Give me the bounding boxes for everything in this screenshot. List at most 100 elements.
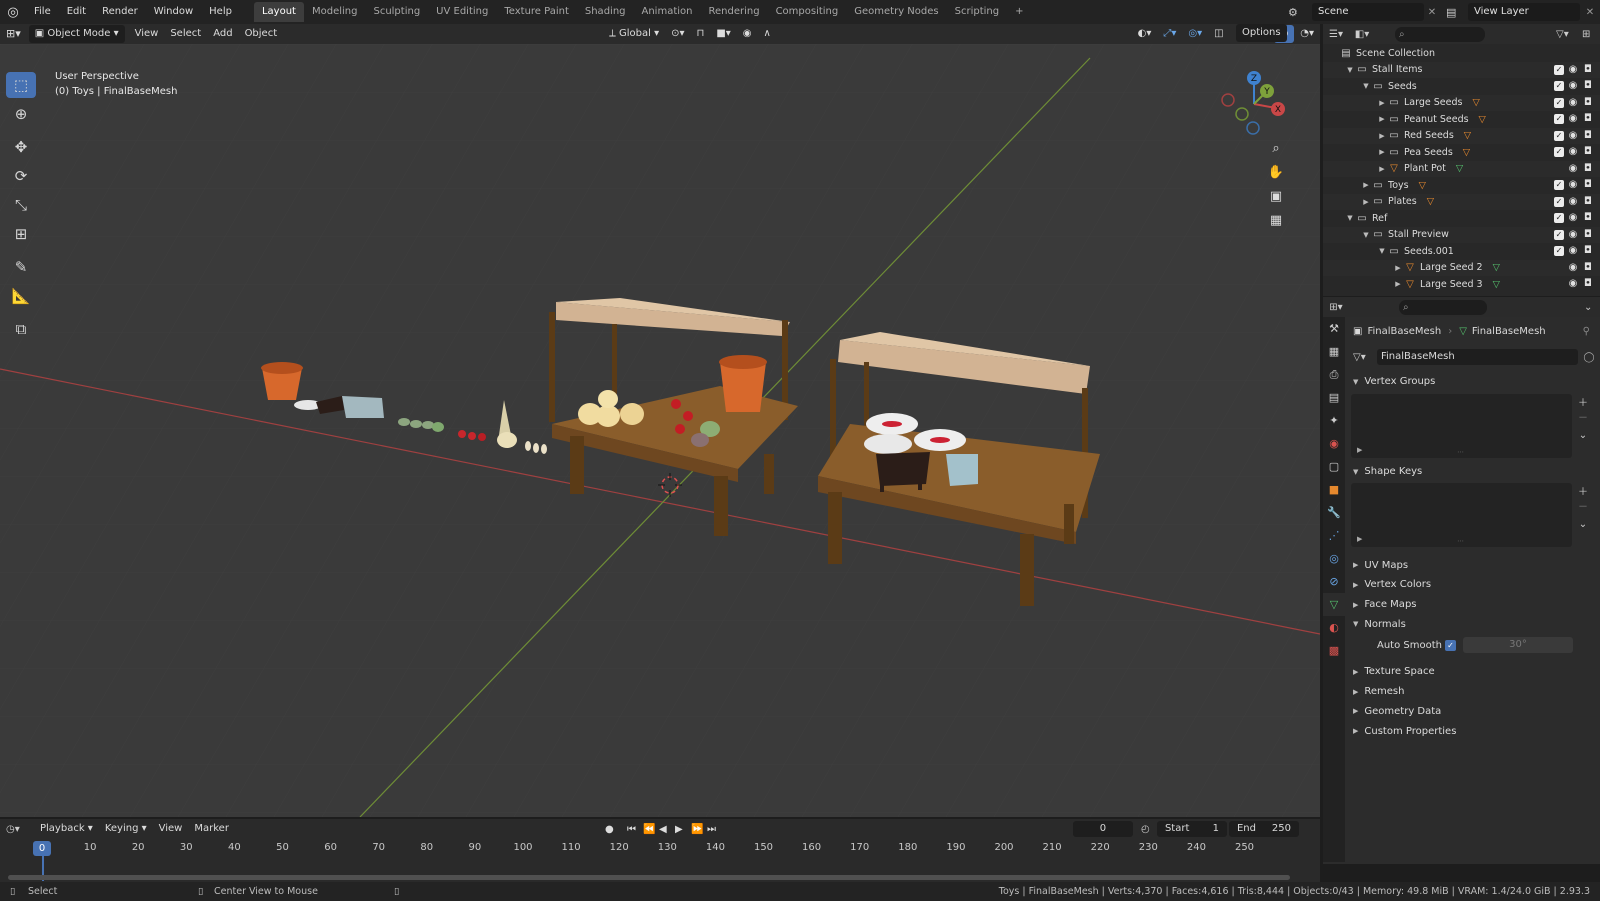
- menu-object[interactable]: Object: [239, 25, 284, 43]
- visibility-icon[interactable]: ◐▾: [1132, 25, 1158, 43]
- eye-icon[interactable]: ◉: [1567, 213, 1579, 223]
- rendered-shading-icon[interactable]: ◔▾: [1294, 25, 1320, 43]
- 3d-viewport[interactable]: Z X Y User Perspective (0) Toys | FinalB…: [0, 44, 1320, 817]
- annotate-tool-icon[interactable]: ✎: [6, 254, 36, 280]
- close-icon[interactable]: ✕: [1424, 7, 1440, 18]
- camera-render-icon[interactable]: ◘: [1582, 180, 1594, 190]
- menu-marker[interactable]: Marker: [188, 820, 235, 838]
- add-cube-tool-icon[interactable]: ⧉: [6, 316, 36, 342]
- particles-tab-icon[interactable]: ⋰: [1323, 524, 1345, 547]
- end-frame-field[interactable]: End 250: [1228, 821, 1299, 837]
- remove-icon[interactable]: －: [1572, 498, 1594, 513]
- menu-file[interactable]: File: [26, 0, 59, 24]
- exclude-checkbox[interactable]: ✓: [1554, 147, 1564, 158]
- exclude-checkbox[interactable]: ✓: [1554, 246, 1564, 257]
- mode-dropdown[interactable]: ▣ Object Mode ▾: [28, 25, 125, 43]
- outliner-search-input[interactable]: ⌕: [1395, 26, 1485, 42]
- snap-icon[interactable]: ⊓: [691, 25, 711, 43]
- add-icon[interactable]: ＋: [1572, 394, 1594, 409]
- next-keyframe-icon[interactable]: ⏩: [691, 824, 707, 835]
- add-workspace-button[interactable]: +: [1007, 2, 1031, 22]
- menu-view[interactable]: View: [129, 25, 165, 43]
- chevron-down-icon[interactable]: ⌄: [1584, 302, 1600, 313]
- add-icon[interactable]: ＋: [1572, 483, 1594, 498]
- expand-toggle-icon[interactable]: ▼: [1361, 231, 1371, 239]
- menu-view[interactable]: View: [153, 820, 189, 838]
- collection-tab-icon[interactable]: ▢: [1323, 455, 1345, 478]
- exclude-checkbox[interactable]: ✓: [1554, 97, 1564, 108]
- outliner-row[interactable]: ▶ ▭ Pea Seeds ▽ ✓ ◉ ◘: [1323, 144, 1600, 161]
- mesh-browse-icon[interactable]: ▽▾: [1353, 352, 1377, 363]
- pin-icon[interactable]: ⚲: [1583, 326, 1590, 337]
- panel-vertex-colors[interactable]: ▶ Vertex Colors: [1345, 575, 1600, 595]
- outliner-row[interactable]: ▼ ▭ Ref ✓ ◉ ◘: [1323, 210, 1600, 227]
- prev-keyframe-icon[interactable]: ⏪: [643, 824, 659, 835]
- expand-toggle-icon[interactable]: ▼: [1377, 247, 1387, 255]
- eye-icon[interactable]: ◉: [1567, 279, 1579, 289]
- tab-shading[interactable]: Shading: [577, 2, 634, 22]
- scene-tab-icon[interactable]: ✦: [1323, 409, 1345, 432]
- texture-tab-icon[interactable]: ▩: [1323, 639, 1345, 662]
- tab-animation[interactable]: Animation: [634, 2, 701, 22]
- tab-geometry-nodes[interactable]: Geometry Nodes: [846, 2, 946, 22]
- expand-toggle-icon[interactable]: ▶: [1377, 148, 1387, 156]
- exclude-checkbox[interactable]: ✓: [1554, 81, 1564, 92]
- expand-toggle-icon[interactable]: ▶: [1377, 132, 1387, 140]
- panel-texture-space[interactable]: ▶ Texture Space: [1345, 662, 1600, 682]
- camera-render-icon[interactable]: ◘: [1582, 279, 1594, 289]
- chevron-down-icon[interactable]: ⌄: [1572, 430, 1594, 441]
- output-tab-icon[interactable]: ⎙: [1323, 363, 1345, 386]
- auto-smooth-checkbox[interactable]: ✓: [1445, 639, 1456, 651]
- outliner-row[interactable]: ▶ ▽ Large Seed 3 ▽ ◉ ◘: [1323, 276, 1600, 293]
- scale-tool-icon[interactable]: ⤡: [6, 192, 36, 218]
- outliner-row[interactable]: ▤ Scene Collection: [1323, 45, 1600, 62]
- properties-search-input[interactable]: ⌕: [1399, 299, 1487, 315]
- outliner-row[interactable]: ▼ ▭ Seeds ✓ ◉ ◘: [1323, 78, 1600, 95]
- play-icon[interactable]: ▶: [675, 824, 691, 835]
- data-block-selector[interactable]: ▽▾ FinalBaseMesh ◯: [1353, 348, 1600, 366]
- falloff-icon[interactable]: ∧: [758, 25, 777, 43]
- clock-icon[interactable]: ◴: [1141, 824, 1157, 835]
- editor-type-icon[interactable]: ⊞▾: [0, 25, 27, 43]
- tab-texture-paint[interactable]: Texture Paint: [496, 2, 577, 22]
- eye-icon[interactable]: ◉: [1567, 196, 1579, 207]
- current-frame-field[interactable]: 0: [1072, 821, 1133, 837]
- render-tab-icon[interactable]: ▦: [1323, 340, 1345, 363]
- vertex-groups-list[interactable]: ▶ ⋯: [1351, 393, 1572, 458]
- eye-icon[interactable]: ◉: [1567, 147, 1579, 157]
- blender-logo-icon[interactable]: ◎: [0, 5, 26, 20]
- camera-render-icon[interactable]: ◘: [1582, 81, 1594, 91]
- fake-user-icon[interactable]: ◯: [1578, 352, 1600, 363]
- snap-target-icon[interactable]: ■▾: [710, 25, 736, 43]
- scene-icon[interactable]: ⚙: [1288, 6, 1312, 19]
- panel-face-maps[interactable]: ▶ Face Maps: [1345, 595, 1600, 615]
- playhead[interactable]: 0: [33, 841, 51, 856]
- shape-keys-list[interactable]: ▶ ⋯: [1351, 483, 1572, 548]
- display-mode-icon[interactable]: ◧▾: [1349, 29, 1375, 40]
- eye-icon[interactable]: ◉: [1567, 114, 1579, 124]
- expand-icon[interactable]: ▶: [1357, 446, 1362, 454]
- expand-toggle-icon[interactable]: ▶: [1393, 264, 1403, 272]
- eye-icon[interactable]: ◉: [1567, 97, 1579, 108]
- overlays-icon[interactable]: ◎▾: [1182, 25, 1208, 43]
- panel-geometry-data[interactable]: ▶ Geometry Data: [1345, 702, 1600, 722]
- material-tab-icon[interactable]: ◐: [1323, 616, 1345, 639]
- new-collection-icon[interactable]: ⊞: [1582, 29, 1600, 40]
- modifier-tab-icon[interactable]: 🔧: [1323, 501, 1345, 524]
- physics-tab-icon[interactable]: ◎: [1323, 547, 1345, 570]
- camera-render-icon[interactable]: ◘: [1582, 163, 1594, 174]
- play-reverse-icon[interactable]: ◀: [659, 824, 675, 835]
- pivot-icon[interactable]: ⊙▾: [665, 25, 690, 43]
- eye-icon[interactable]: ◉: [1567, 81, 1579, 91]
- outliner-row[interactable]: ▶ ▭ Plates ▽ ✓ ◉ ◘: [1323, 193, 1600, 210]
- panel-vertex-groups[interactable]: ▼ Vertex Groups: [1345, 372, 1600, 392]
- outliner-row[interactable]: ▶ ▽ Plant Pot ▽ ◉ ◘: [1323, 160, 1600, 177]
- menu-add[interactable]: Add: [207, 25, 238, 43]
- record-icon[interactable]: ●: [605, 824, 627, 835]
- eye-icon[interactable]: ◉: [1567, 130, 1579, 141]
- expand-toggle-icon[interactable]: ▶: [1377, 165, 1387, 173]
- remove-icon[interactable]: －: [1572, 409, 1594, 424]
- object-tab-icon[interactable]: ■: [1323, 478, 1345, 501]
- orientation-dropdown[interactable]: ⟂ Global ▾: [603, 25, 665, 43]
- chevron-down-icon[interactable]: ⌄: [1572, 519, 1594, 530]
